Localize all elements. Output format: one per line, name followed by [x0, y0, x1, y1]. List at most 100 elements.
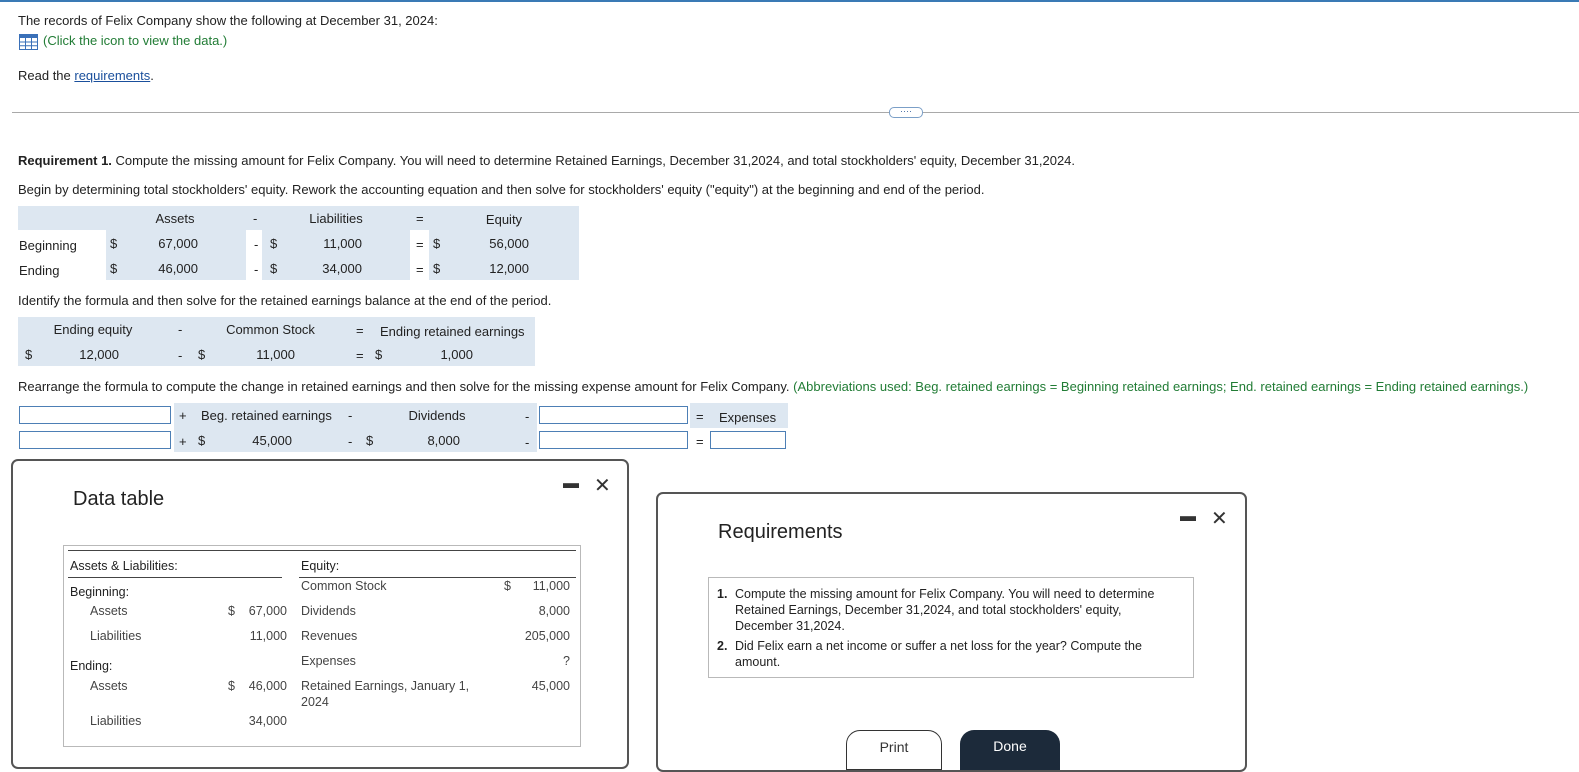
- requirements-link[interactable]: requirements: [74, 68, 150, 83]
- read-prefix: Read the: [18, 68, 75, 83]
- plus: +: [179, 434, 187, 449]
- end-liabilities-value: 34,000: [248, 714, 287, 728]
- read-suffix: .: [150, 68, 154, 83]
- assets-liabilities-header: Assets & Liabilities:: [70, 559, 178, 573]
- common-stock-header: Common Stock: [226, 322, 315, 337]
- requirements-title: Requirements: [718, 521, 843, 543]
- table-top-rule: [68, 550, 576, 551]
- item-2-line-2: amount.: [735, 655, 781, 669]
- eq-header-rule: [299, 577, 576, 578]
- end-liabilities-label: Liabilities: [90, 714, 142, 728]
- common-stock-label: Common Stock: [301, 579, 387, 593]
- item-1-number: 1.: [717, 587, 728, 601]
- minus-header: -: [253, 211, 258, 226]
- retained-earnings-value: 45,000: [531, 679, 570, 693]
- equity-header: Equity: [485, 212, 523, 227]
- done-button[interactable]: Done: [960, 730, 1060, 770]
- expand-ellipsis-button[interactable]: ····: [889, 107, 923, 118]
- minimize-icon[interactable]: ▬: [563, 475, 579, 493]
- minus: -: [254, 262, 259, 277]
- equals-header: =: [416, 211, 424, 226]
- equals-header: =: [696, 409, 704, 424]
- minus: -: [525, 435, 530, 450]
- row-label: Ending: [19, 263, 60, 278]
- formula-term-1-input[interactable]: [19, 406, 171, 424]
- common-stock-value: 11,000: [532, 579, 570, 593]
- equity-value: 12,000: [489, 261, 529, 276]
- currency: $: [198, 433, 206, 448]
- beg-re-value: 45,000: [252, 433, 292, 448]
- minimize-icon[interactable]: ▬: [1180, 508, 1196, 526]
- item-1-line-1: Compute the missing amount for Felix Com…: [735, 587, 1155, 601]
- currency: $: [375, 347, 383, 362]
- minus-header: -: [525, 409, 530, 424]
- item-2-number: 2.: [717, 639, 728, 653]
- ending-re-value: 1,000: [440, 347, 473, 362]
- re-instruction: Identify the formula and then solve for …: [18, 293, 552, 308]
- assets-value: 46,000: [158, 261, 198, 276]
- requirement-1-label: Requirement 1.: [18, 153, 112, 168]
- revenues-value: 205,000: [524, 629, 570, 643]
- equals: =: [416, 237, 424, 252]
- currency: $: [504, 579, 511, 593]
- currency: $: [433, 236, 441, 251]
- formula-term-2-input[interactable]: [539, 406, 688, 424]
- end-assets-value: 46,000: [248, 679, 287, 693]
- currency: $: [270, 261, 278, 276]
- beginning-label: Beginning:: [70, 585, 130, 599]
- data-table-modal: Data table ▬ ✕ Assets & Liabilities: Equ…: [11, 459, 629, 769]
- rearrange-instruction: Rearrange the formula to compute the cha…: [18, 379, 1528, 394]
- expenses-label: Expenses: [301, 654, 356, 668]
- minus-header: -: [348, 408, 353, 423]
- requirements-modal: Requirements ▬ ✕ 1. Compute the missing …: [656, 492, 1247, 772]
- requirements-list: 1. Compute the missing amount for Felix …: [708, 577, 1194, 678]
- currency: $: [366, 433, 374, 448]
- read-requirements-line: Read the requirements.: [18, 68, 154, 83]
- assets-header: Assets: [155, 211, 195, 226]
- expenses-value: ?: [563, 654, 570, 668]
- view-data-link[interactable]: (Click the icon to view the data.): [43, 33, 227, 48]
- dividends-label: Dividends: [301, 604, 356, 618]
- equals-header: =: [356, 323, 364, 338]
- equals: =: [416, 262, 424, 277]
- expenses-input[interactable]: [710, 431, 786, 449]
- minus-header: -: [178, 322, 183, 337]
- equity-header: Equity:: [301, 559, 340, 573]
- formula-value-1-input[interactable]: [19, 431, 171, 449]
- retained-earnings-label-line1: Retained Earnings, January 1,: [301, 679, 470, 693]
- dividends-value: 8,000: [538, 604, 570, 618]
- currency: $: [110, 261, 118, 276]
- minus: -: [254, 237, 259, 252]
- ending-label: Ending:: [70, 659, 113, 673]
- close-icon[interactable]: ✕: [1211, 506, 1228, 531]
- ending-equity-value: 12,000: [79, 347, 119, 362]
- currency: $: [25, 347, 33, 362]
- dividends-header: Dividends: [408, 408, 466, 423]
- item-1-line-3: December 31,2024.: [735, 619, 845, 633]
- liabilities-value: 11,000: [323, 236, 362, 251]
- end-assets-label: Assets: [90, 679, 128, 693]
- beg-liabilities-label: Liabilities: [90, 629, 142, 643]
- currency: $: [228, 679, 235, 693]
- item-2-line-1: Did Felix earn a net income or suffer a …: [735, 639, 1142, 653]
- print-button[interactable]: Print: [846, 730, 942, 770]
- divider: [12, 112, 1579, 113]
- revenues-label: Revenues: [301, 629, 358, 643]
- row-label: Beginning: [19, 238, 77, 253]
- currency: $: [110, 236, 118, 251]
- minus: -: [178, 348, 183, 363]
- beg-liabilities-value: 11,000: [249, 629, 287, 643]
- currency: $: [433, 261, 441, 276]
- common-stock-value: 11,000: [256, 347, 295, 362]
- formula-value-2-input[interactable]: [539, 431, 688, 449]
- beg-assets-label: Assets: [90, 604, 128, 618]
- currency: $: [270, 236, 278, 251]
- data-table-icon[interactable]: [19, 34, 38, 53]
- expenses-header: Expenses: [719, 410, 777, 425]
- currency: $: [228, 604, 235, 618]
- intro-text: The records of Felix Company show the fo…: [18, 13, 438, 28]
- close-icon[interactable]: ✕: [594, 473, 611, 498]
- assets-value: 67,000: [158, 236, 198, 251]
- equals: =: [696, 434, 704, 449]
- plus-header: +: [179, 408, 187, 423]
